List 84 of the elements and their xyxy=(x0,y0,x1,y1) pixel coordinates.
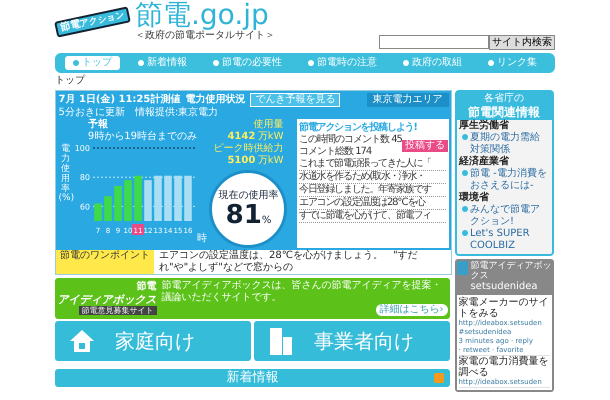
supply-value: 5100 xyxy=(227,155,256,167)
usage-unit: 万kW xyxy=(258,131,284,142)
bullet-icon xyxy=(462,206,468,212)
supply-label: ピーク時供給力 xyxy=(213,143,284,155)
search-button[interactable]: サイト内検索 xyxy=(489,35,555,50)
nav-tab[interactable]: トップ xyxy=(65,56,120,70)
nav-tab[interactable]: 新着情報 xyxy=(130,56,195,70)
ministry-link[interactable]: みんなで節電アクション! xyxy=(470,204,549,228)
bar xyxy=(134,176,142,221)
y-axis-label: 電力使用率(%) xyxy=(58,145,73,204)
ministry-link[interactable]: 節電 -電力消費をおさえるには- xyxy=(470,168,549,192)
usage-value: 4142 xyxy=(227,131,256,142)
comment-total: 174 xyxy=(355,146,372,156)
bar xyxy=(114,186,122,221)
bar xyxy=(174,176,182,221)
nav-tab[interactable]: 節電の必要性 xyxy=(205,56,290,70)
twitter-name: 節電アイディアボックス xyxy=(470,260,552,281)
house-icon xyxy=(69,328,95,354)
ministries-title: 節電関連情報 xyxy=(467,104,541,119)
ideabox-logo: アイディアボックス xyxy=(58,292,156,306)
supply-unit: 万kW xyxy=(258,155,284,167)
bar xyxy=(184,176,192,221)
panel-heading: 電力使用状況 xyxy=(185,94,246,106)
y-tick-label: 80 xyxy=(80,173,90,182)
ministry-name: 経済産業省 xyxy=(459,156,510,168)
breadcrumb-text: トップ xyxy=(55,75,86,87)
ministry-name: 厚生労働省 xyxy=(459,120,510,132)
comment-count: 45 xyxy=(391,134,402,144)
target-button[interactable]: 家庭向け xyxy=(55,321,252,361)
target-button[interactable]: 事業者向け xyxy=(254,321,450,361)
building-icon xyxy=(268,327,294,355)
ministry-name: 環境省 xyxy=(459,192,490,204)
forecast-label: 予報 xyxy=(88,119,109,130)
ideabox-logo-sub: 節電意見募集サイト xyxy=(78,306,156,316)
bullet-icon xyxy=(462,134,468,140)
nav-tab[interactable]: リンク集 xyxy=(480,56,545,70)
update-note: 5分おきに更新 情報提供:東京電力 xyxy=(58,107,218,118)
gauge-value: 81 xyxy=(226,202,262,228)
measure-time: 7月 1日(金) 11:25計測値 xyxy=(58,94,180,106)
y-tick-label: 60 xyxy=(80,202,90,212)
forecast-button[interactable]: でんき予報を見る xyxy=(250,93,340,107)
ministry-link[interactable]: Let's SUPER COOLBIZ xyxy=(470,228,549,252)
nav-tab[interactable]: 節電時の注意 xyxy=(300,56,385,70)
logo-badge[interactable]: 節電 アクション xyxy=(54,6,131,38)
site-subtitle: ＜政府の節電ポータルサイト＞ xyxy=(135,30,275,42)
site-title[interactable]: 節電.go.jp xyxy=(135,0,275,30)
post-button[interactable]: 投稿する xyxy=(402,140,448,152)
unit-label: 時 xyxy=(196,233,207,245)
bar xyxy=(154,176,162,221)
bar xyxy=(124,180,132,221)
nav-tab[interactable]: 政府の取組 xyxy=(395,56,470,70)
bar xyxy=(164,176,172,221)
comment-line: これまで節電頑張ってきた人に「 xyxy=(299,158,446,170)
ministries-subtitle: 各省庁の xyxy=(483,92,525,104)
comment-line: 水道水を作るため(取水・浄水・ xyxy=(299,170,446,184)
bar xyxy=(104,196,112,221)
ministry-link[interactable]: 夏期の電力需給対策関係 xyxy=(470,132,549,156)
gauge-label: 現在の使用率 xyxy=(218,190,278,202)
ideabox-text: 節電アイディアボックスは、皆さんの節電アイディアを提案・議論いただくサイトです。 xyxy=(162,280,442,304)
bar xyxy=(144,180,152,221)
tweet-text: 家電メーカーのサイトをみる xyxy=(458,297,550,320)
comment-total-label: コメント総数 xyxy=(299,146,353,156)
comment-heading: 節電アクションを投稿しよう! xyxy=(299,122,418,134)
bar xyxy=(94,203,102,221)
tip-text: エアコンの設定温度は、28℃を心がけましょう。 "すだれ"や"よしず"などで窓からの xyxy=(158,250,419,274)
tweet-text: 家電の電力消費量を調べる xyxy=(458,356,550,378)
comment-line: エアコンの設定温度は28℃を心 xyxy=(299,196,446,210)
comment-count-label: この時間のコメント数 xyxy=(299,134,389,144)
forecast-note: 9時から19時台までのみ xyxy=(88,131,197,143)
search-field[interactable] xyxy=(379,35,489,49)
comment-line: すでに節電を心がけて、節電フィ xyxy=(299,210,446,222)
ideabox-logo-small: 節電 xyxy=(136,280,156,293)
news-title: 新着情報 xyxy=(226,370,278,386)
y-tick-label: 100 xyxy=(74,144,90,153)
twitter-handle: setsudenidea xyxy=(470,280,539,293)
area-tab[interactable]: 東京電力エリア xyxy=(366,93,448,107)
comment-line: 今日登録しました。年寄家族です xyxy=(299,184,446,196)
bullet-icon xyxy=(462,170,468,176)
usage-label: 使用量 xyxy=(253,119,284,131)
tip-label: 節電のワンポイント xyxy=(56,250,154,274)
details-button[interactable]: 詳細はこちら› xyxy=(376,304,448,316)
gauge-unit: % xyxy=(262,214,272,226)
rss-icon xyxy=(434,372,444,382)
bullet-icon xyxy=(462,230,468,236)
